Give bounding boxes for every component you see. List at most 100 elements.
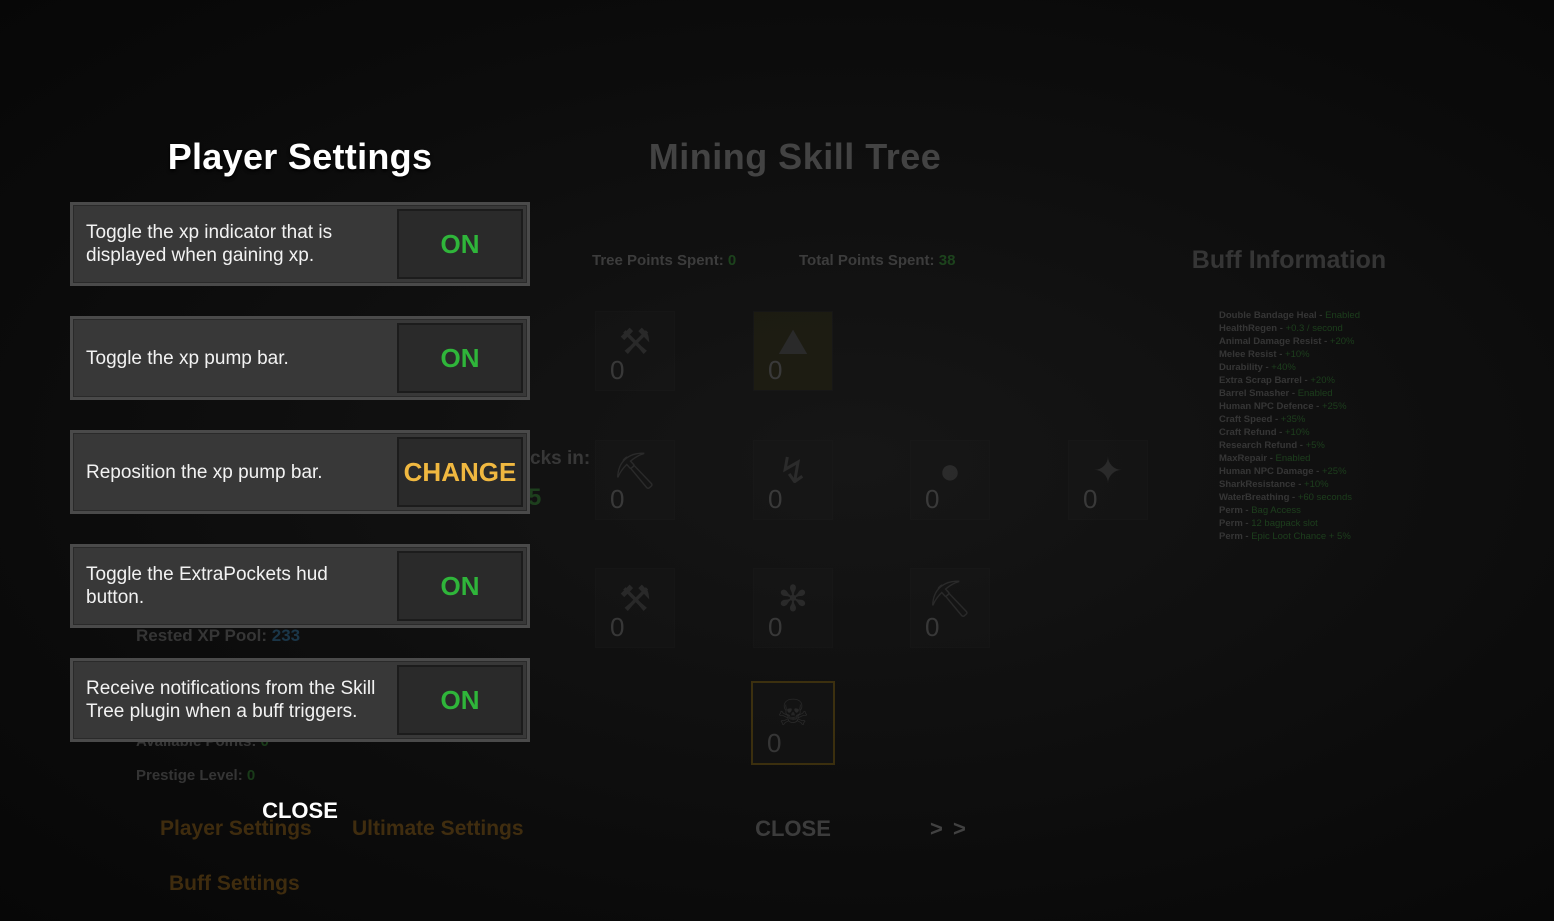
setting-label: Toggle the ExtraPockets hud button. xyxy=(86,564,328,608)
buff-name: SharkResistance xyxy=(1219,479,1296,490)
buff-item: WaterBreathing - +60 seconds xyxy=(1219,491,1360,504)
extrapockets-toggle-button[interactable]: ON xyxy=(397,551,523,621)
pump-bar-toggle-button[interactable]: ON xyxy=(397,323,523,393)
rested-xp-pool: Rested XP Pool: 233 xyxy=(136,626,300,646)
buff-value: Enabled xyxy=(1297,388,1333,399)
prestige-level-value: 0 xyxy=(246,767,256,784)
buff-separator: - xyxy=(1313,401,1322,412)
buff-name: Craft Refund xyxy=(1219,427,1277,438)
buff-item: Perm - Bag Access xyxy=(1219,504,1360,517)
buff-separator: - xyxy=(1276,427,1285,438)
buff-item: Craft Refund - +10% xyxy=(1219,426,1360,439)
buff-separator: - xyxy=(1295,479,1305,490)
total-points-value: 38 xyxy=(938,252,956,269)
tree-points-label: Tree Points Spent: xyxy=(592,252,724,269)
skill-slot[interactable]: ⛏ 0 xyxy=(910,568,990,648)
skill-slot-value: 0 xyxy=(925,612,940,642)
skill-slot[interactable]: ↯ 0 xyxy=(753,440,833,520)
buff-name: Perm xyxy=(1219,531,1243,542)
buff-name: Durability xyxy=(1219,362,1263,373)
skill-slot[interactable]: ⚒ 0 xyxy=(595,568,675,648)
buff-value: Enabled xyxy=(1275,453,1311,464)
buff-list: Double Bandage Heal - Enabled HealthRegen… xyxy=(1219,309,1360,543)
buff-item: Human NPC Damage - +25% xyxy=(1219,465,1360,478)
skill-slot[interactable]: ✦ 0 xyxy=(1068,440,1148,520)
fire-icon: ✻ xyxy=(777,578,809,619)
skill-slot[interactable]: ● 0 xyxy=(910,440,990,520)
buff-name: Craft Speed xyxy=(1219,414,1273,425)
buff-item: Extra Scrap Barrel - +20% xyxy=(1219,374,1360,387)
ore-field-icon: ⛰ xyxy=(777,320,809,362)
buff-separator: - xyxy=(1277,323,1286,334)
buff-separator: - xyxy=(1276,349,1286,360)
setting-label: Receive notifications from the Skill Tre… xyxy=(86,678,376,722)
skill-tree-close-button[interactable]: CLOSE xyxy=(740,816,846,842)
buff-name: WaterBreathing xyxy=(1219,492,1290,503)
setting-label: Reposition the xp pump bar. xyxy=(86,461,323,483)
buff-value: +10% xyxy=(1304,479,1329,490)
buff-name: Extra Scrap Barrel xyxy=(1219,375,1302,386)
buff-settings-nav-button[interactable]: Buff Settings xyxy=(169,872,300,896)
skill-slot[interactable]: ⚒ 0 xyxy=(595,311,675,391)
buff-value: +40% xyxy=(1271,362,1296,373)
skill-tree-title: Mining Skill Tree xyxy=(648,136,942,177)
buff-value: +25% xyxy=(1321,401,1347,412)
buff-item: Barrel Smasher - Enabled xyxy=(1219,387,1360,400)
buff-item: Melee Resist - +10% xyxy=(1219,348,1360,361)
skill-slot[interactable]: ⛰ 0 xyxy=(753,311,833,391)
buff-item: Durability - +40% xyxy=(1219,361,1360,374)
ultimate-skill-slot[interactable]: ☠ 0 xyxy=(751,681,835,765)
pickaxe-icon: ⛏ xyxy=(927,578,973,619)
buff-item: HealthRegen - +0.3 / second xyxy=(1219,322,1360,335)
buff-item: Animal Damage Resist - +20% xyxy=(1219,335,1360,348)
buff-value: +35% xyxy=(1280,414,1306,425)
reposition-pump-bar-button[interactable]: CHANGE xyxy=(397,437,523,507)
setting-row-reposition-pump-bar: Reposition the xp pump bar. CHANGE xyxy=(70,430,530,514)
buff-value: Epic Loot Chance + 5% xyxy=(1251,531,1351,542)
buff-separator: - xyxy=(1321,336,1330,347)
ultimate-settings-nav-button[interactable]: Ultimate Settings xyxy=(352,817,524,841)
skill-slot[interactable]: ✻ 0 xyxy=(753,568,833,648)
buff-item: Craft Speed - +35% xyxy=(1219,413,1360,426)
sledgehammer-icon: ⚒ xyxy=(618,578,652,619)
notifications-toggle-button[interactable]: ON xyxy=(397,665,523,735)
skill-slot[interactable]: ⛏ 0 xyxy=(595,440,675,520)
buff-name: Perm xyxy=(1219,505,1243,516)
skill-slot-value: 0 xyxy=(767,728,782,758)
buff-value: 12 bagpack slot xyxy=(1251,518,1318,529)
setting-row-pump-bar: Toggle the xp pump bar. ON xyxy=(70,316,530,400)
ultimate-icon: ☠ xyxy=(776,692,810,733)
player-settings-title: Player Settings xyxy=(167,136,433,177)
skill-slot-value: 0 xyxy=(768,355,783,385)
player-settings-close-button[interactable]: CLOSE xyxy=(240,798,360,824)
buff-name: Double Bandage Heal xyxy=(1219,310,1317,321)
buff-value: +60 seconds xyxy=(1297,492,1352,503)
buff-information-title: Buff Information xyxy=(1191,246,1387,274)
unlocks-text: cks in: xyxy=(530,448,591,469)
buff-name: Human NPC Defence xyxy=(1219,401,1314,412)
buff-separator: - xyxy=(1316,310,1326,321)
buff-name: Barrel Smasher xyxy=(1219,388,1290,399)
next-page-button[interactable]: > > xyxy=(930,816,968,842)
hammer-icon: ⚒ xyxy=(618,321,652,362)
skill-slot-value: 0 xyxy=(768,612,783,642)
unlocks-value: 5 xyxy=(528,484,542,511)
buff-separator: - xyxy=(1242,505,1252,516)
buff-value: +20% xyxy=(1329,336,1355,347)
buff-value: +0.3 / second xyxy=(1285,323,1343,334)
buff-name: HealthRegen xyxy=(1219,323,1278,334)
skill-slot-value: 0 xyxy=(610,355,625,385)
xp-indicator-toggle-button[interactable]: ON xyxy=(397,209,523,279)
buff-name: Research Refund xyxy=(1219,440,1298,451)
buff-name: Perm xyxy=(1219,518,1243,529)
buff-value: +10% xyxy=(1285,349,1310,360)
buff-value: Bag Access xyxy=(1251,505,1301,516)
total-points-spent: Total Points Spent: 38 xyxy=(799,252,955,269)
buff-value: +10% xyxy=(1284,427,1310,438)
tree-points-value: 0 xyxy=(727,252,737,269)
skill-slot-value: 0 xyxy=(610,484,625,514)
rested-xp-value: 233 xyxy=(271,626,301,645)
skill-slot-value: 0 xyxy=(1083,484,1098,514)
buff-value: +20% xyxy=(1310,375,1335,386)
buff-item: Perm - Epic Loot Chance + 5% xyxy=(1219,530,1360,543)
